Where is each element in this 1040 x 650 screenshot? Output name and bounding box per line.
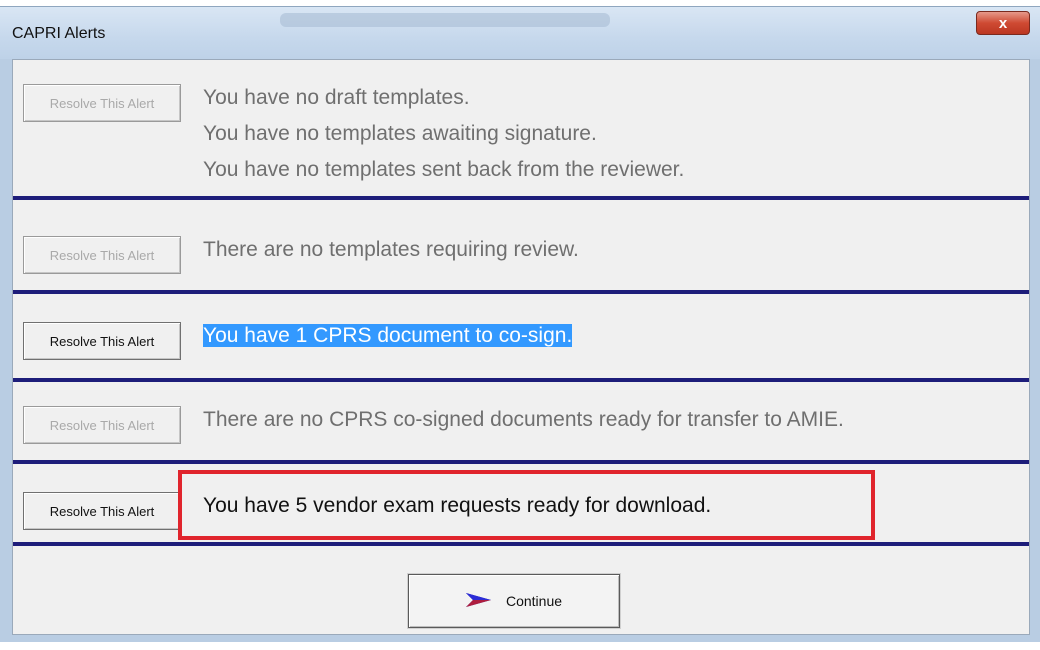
alert-message: There are no templates requiring review. xyxy=(203,238,579,261)
separator xyxy=(13,196,1029,200)
title-blurred-text xyxy=(280,13,610,27)
alert-message: You have no templates sent back from the… xyxy=(203,158,685,181)
resolve-alert-button[interactable]: Resolve This Alert xyxy=(23,492,181,530)
alert-message: There are no CPRS co-signed documents re… xyxy=(203,408,844,431)
selected-text: You have 1 CPRS document to co-sign. xyxy=(203,324,573,347)
window-title: CAPRI Alerts xyxy=(12,25,106,42)
separator xyxy=(13,542,1029,546)
arrow-right-icon xyxy=(465,591,492,612)
capri-alerts-window: CAPRI Alerts x Resolve This Alert You ha… xyxy=(0,6,1040,642)
resolve-alert-button[interactable]: Resolve This Alert xyxy=(23,322,181,360)
separator xyxy=(13,290,1029,294)
continue-label: Continue xyxy=(505,593,563,609)
alert-message: You have no templates awaiting signature… xyxy=(203,122,597,145)
continue-button[interactable]: Continue xyxy=(408,574,620,628)
resolve-alert-button[interactable]: Resolve This Alert xyxy=(23,406,181,444)
separator xyxy=(13,460,1029,464)
close-button[interactable]: x xyxy=(976,11,1030,35)
title-bar[interactable]: CAPRI Alerts x xyxy=(0,7,1040,59)
alert-message: You have no draft templates. xyxy=(203,86,470,109)
alerts-panel: Resolve This Alert You have no draft tem… xyxy=(12,59,1030,635)
highlight-box xyxy=(178,470,875,540)
resolve-alert-button[interactable]: Resolve This Alert xyxy=(23,84,181,122)
separator xyxy=(13,378,1029,382)
resolve-alert-button[interactable]: Resolve This Alert xyxy=(23,236,181,274)
alert-message-selected[interactable]: You have 1 CPRS document to co-sign. xyxy=(203,318,573,353)
